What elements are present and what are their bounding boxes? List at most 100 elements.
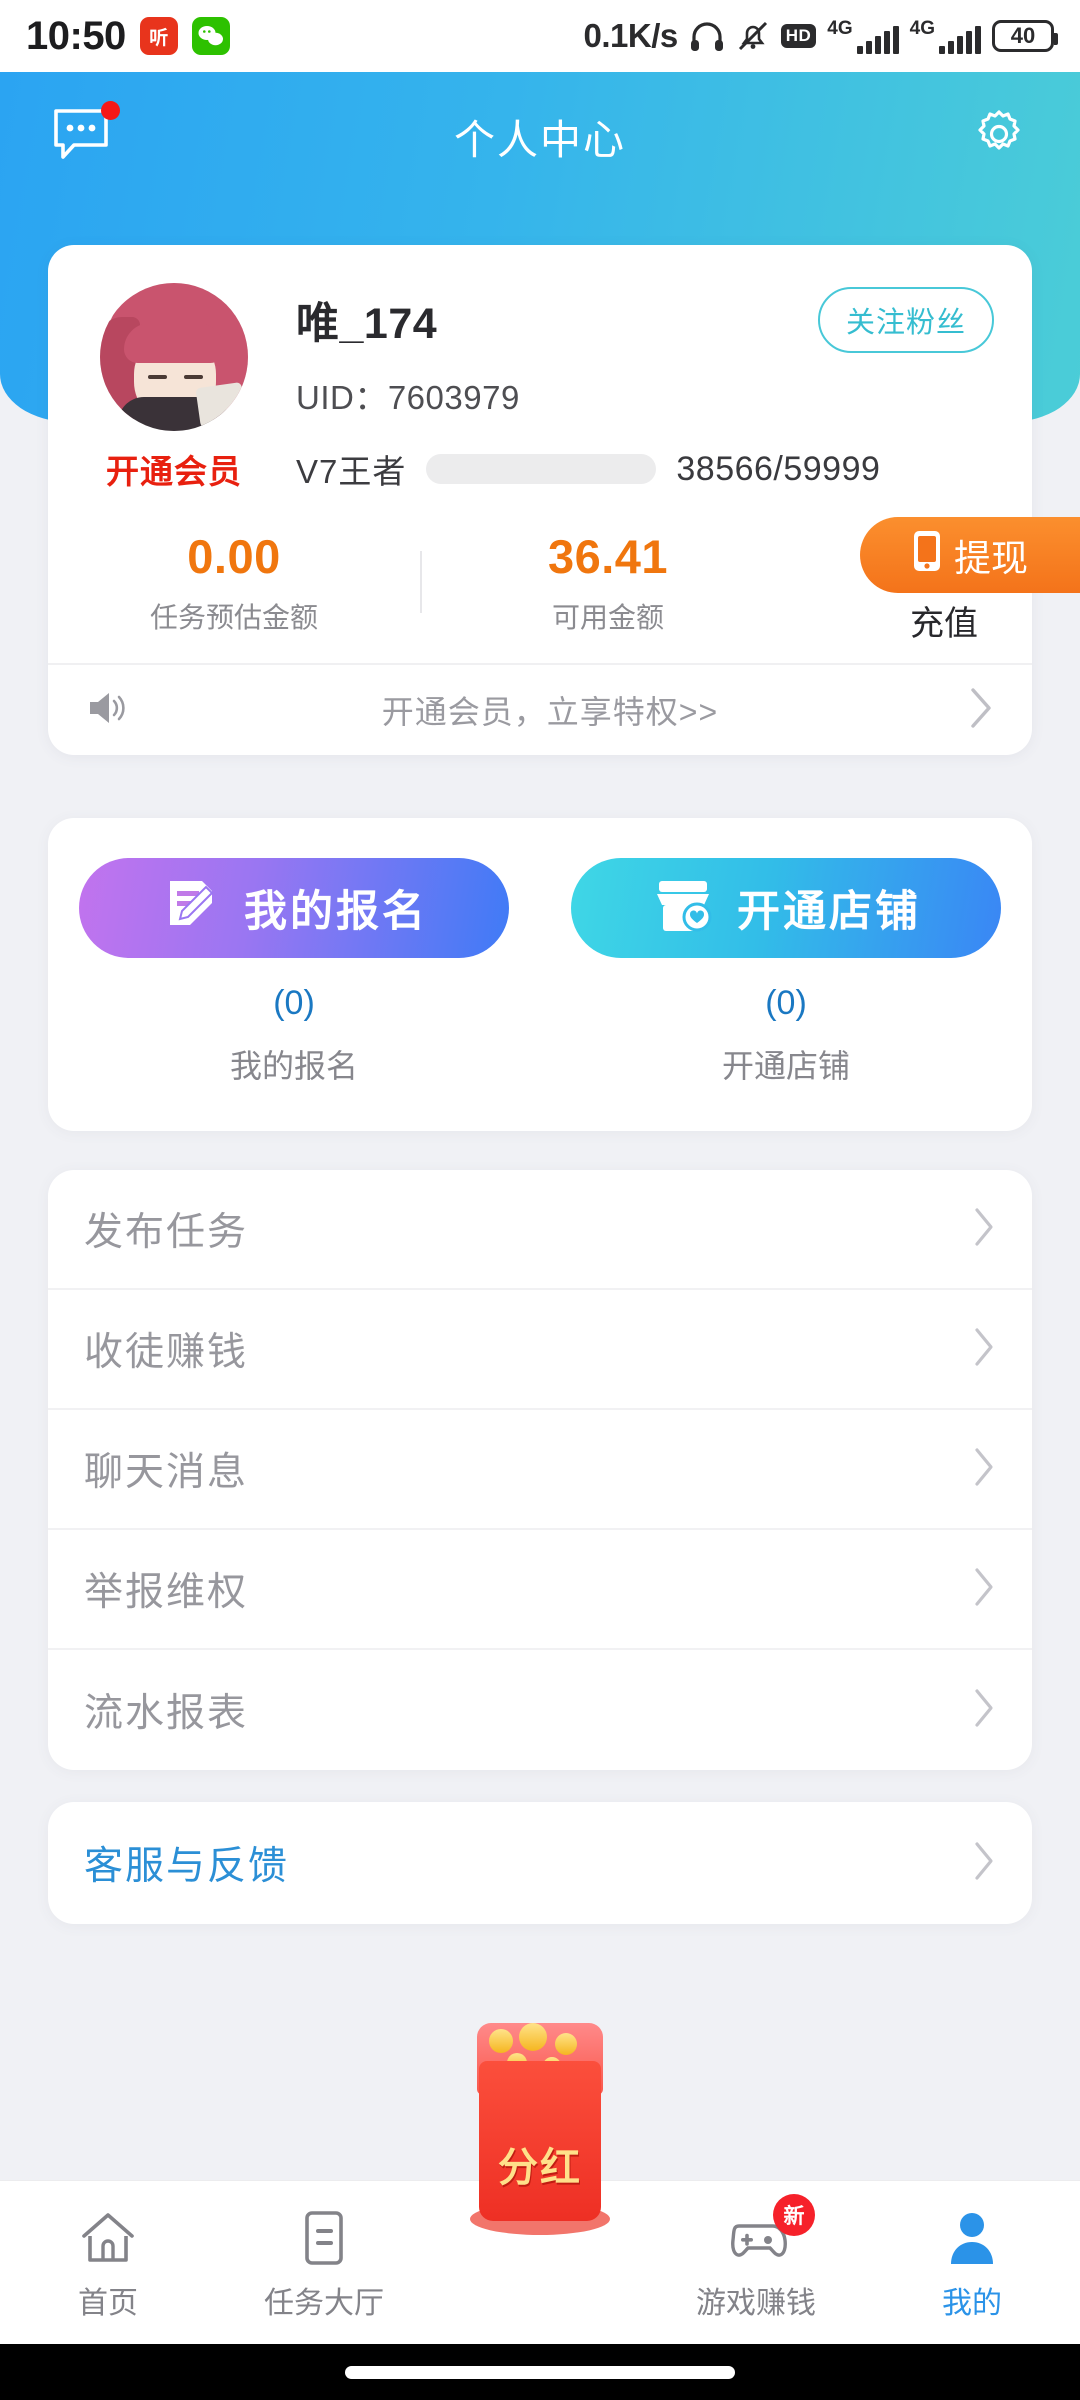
entry-my-signup[interactable]: 我的报名 (0) 我的报名 <box>48 858 540 1087</box>
signal-4g-icon-2: 4G <box>910 19 981 54</box>
tab-label: 游戏赚钱 <box>696 2286 816 2320</box>
chevron-right-icon <box>968 686 994 735</box>
profile-info: 唯_174 关注粉丝 UID：7603979 V7王者 38566/59999 <box>262 283 994 493</box>
estimated-amount-label: 任务预估金额 <box>149 601 318 633</box>
tab-label: 我的 <box>942 2286 1002 2320</box>
status-bar-left: 10:50 听 <box>26 14 230 59</box>
battery-level: 40 <box>1010 23 1036 48</box>
message-icon[interactable] <box>52 100 120 168</box>
chevron-right-icon <box>972 1687 996 1734</box>
header-bar: 个人中心 <box>0 72 1080 200</box>
open-shop-caption: 开通店铺 <box>721 1048 850 1084</box>
home-indicator-area <box>0 2344 1080 2400</box>
network-speed: 0.1K/s <box>583 17 678 54</box>
my-signup-button[interactable]: 我的报名 <box>79 858 509 958</box>
document-edit-icon <box>160 875 222 942</box>
profile-top: 开通会员 唯_174 关注粉丝 UID：7603979 V7王者 38566/5… <box>48 245 1032 493</box>
entry-open-shop[interactable]: 开通店铺 (0) 开通店铺 <box>540 858 1032 1087</box>
menu-item-report-rights[interactable]: 举报维权 <box>48 1530 1032 1650</box>
service-card: 客服与反馈 <box>48 1802 1032 1924</box>
tab-game-earn[interactable]: 新 游戏赚钱 <box>648 2193 864 2322</box>
chevron-right-icon <box>972 1206 996 1253</box>
hd-icon: HD <box>780 24 817 48</box>
menu-item-customer-service[interactable]: 客服与反馈 <box>48 1802 1032 1924</box>
entry-list: 我的报名 (0) 我的报名 开通店铺 (0) 开通店铺 <box>48 858 1032 1087</box>
home-indicator[interactable] <box>345 2365 735 2379</box>
menu-card: 发布任务 收徒赚钱 聊天消息 举报维权 流水报表 <box>48 1170 1032 1770</box>
chevron-right-icon <box>972 1326 996 1373</box>
gear-icon[interactable] <box>970 105 1028 168</box>
cash-column: 提现 充值 <box>794 517 1080 643</box>
level-row: V7王者 38566/59999 <box>296 445 994 493</box>
avatar-column: 开通会员 <box>86 283 262 493</box>
my-signup-caption: 我的报名 <box>229 1048 358 1084</box>
status-bar: 10:50 听 0.1K/s HD 4G 4G 40 <box>0 0 1080 72</box>
notice-banner[interactable]: 开通会员，立享特权>> <box>48 663 1032 755</box>
withdraw-button[interactable]: 提现 <box>860 517 1080 593</box>
level-progress-bar <box>426 454 657 484</box>
speaker-icon <box>86 688 132 733</box>
tab-label: 任务大厅 <box>264 2286 384 2320</box>
menu-item-recruit-earn[interactable]: 收徒赚钱 <box>48 1290 1032 1410</box>
profile-card: 开通会员 唯_174 关注粉丝 UID：7603979 V7王者 38566/5… <box>48 245 1080 755</box>
service-label: 客服与反馈 <box>84 1845 290 1888</box>
network-type-label-1: 4G <box>827 17 853 39</box>
gamepad-icon: 新 <box>723 2193 815 2266</box>
open-shop-label: 开通店铺 <box>737 888 921 936</box>
chevron-right-icon <box>972 1566 996 1613</box>
status-time: 10:50 <box>26 13 126 58</box>
level-progress-text: 38566/59999 <box>676 449 881 488</box>
my-signup-count: (0) <box>273 984 315 1022</box>
available-amount-label: 可用金额 <box>551 601 664 633</box>
tab-mine[interactable]: 我的 <box>864 2204 1080 2322</box>
menu-label: 聊天消息 <box>84 1451 249 1494</box>
bottom-tab-bar: 首页 任务大厅 分红 新 游戏赚钱 我的 <box>0 2022 1080 2344</box>
chevron-right-icon <box>972 1446 996 1493</box>
available-amount-value: 36.41 <box>547 529 669 583</box>
available-amount-stat[interactable]: 36.41 可用金额 <box>422 529 794 636</box>
person-icon <box>946 2204 998 2266</box>
menu-label: 流水报表 <box>84 1692 249 1735</box>
entry-card: 我的报名 (0) 我的报名 开通店铺 (0) 开通店铺 <box>48 818 1032 1131</box>
mute-bell-icon <box>736 19 770 53</box>
list-icon <box>299 2204 349 2266</box>
username: 唯_174 <box>296 300 438 348</box>
wechat-icon <box>191 17 230 55</box>
menu-label: 发布任务 <box>84 1211 249 1254</box>
my-signup-label: 我的报名 <box>244 888 428 936</box>
avatar[interactable] <box>100 283 248 431</box>
menu-item-chat-messages[interactable]: 聊天消息 <box>48 1410 1032 1530</box>
estimated-amount-stat[interactable]: 0.00 任务预估金额 <box>48 529 420 636</box>
tab-label: 首页 <box>78 2286 138 2320</box>
open-shop-button[interactable]: 开通店铺 <box>571 858 1001 958</box>
redpacket-icon[interactable]: 分红 <box>461 2022 619 2235</box>
menu-item-publish-task[interactable]: 发布任务 <box>48 1170 1032 1290</box>
battery-icon: 40 <box>992 20 1058 52</box>
menu-label: 收徒赚钱 <box>84 1331 249 1374</box>
menu-item-transaction-report[interactable]: 流水报表 <box>48 1650 1032 1770</box>
follow-fans-button[interactable]: 关注粉丝 <box>817 287 994 353</box>
estimated-amount-value: 0.00 <box>187 529 281 583</box>
withdraw-label: 提现 <box>954 538 1028 579</box>
home-icon <box>79 2204 137 2266</box>
status-bar-right: 0.1K/s HD 4G 4G 40 <box>583 17 1058 55</box>
unread-badge <box>101 100 120 120</box>
open-shop-count: (0) <box>765 984 807 1022</box>
new-badge: 新 <box>773 2193 815 2236</box>
headphone-icon <box>689 20 725 52</box>
network-type-label-2: 4G <box>909 17 935 39</box>
tab-home[interactable]: 首页 <box>0 2204 216 2322</box>
chevron-right-icon <box>972 1840 996 1887</box>
name-row: 唯_174 关注粉丝 <box>296 287 994 353</box>
uid-label: UID：7603979 <box>296 379 520 416</box>
open-member-tag[interactable]: 开通会员 <box>106 445 242 493</box>
notice-text: 开通会员，立享特权>> <box>381 694 719 730</box>
page-title: 个人中心 <box>454 117 626 163</box>
level-name: V7王者 <box>296 453 407 490</box>
ximalaya-icon: 听 <box>139 17 178 55</box>
recharge-button[interactable]: 充值 <box>844 596 1044 645</box>
tab-task-hall[interactable]: 任务大厅 <box>216 2204 432 2322</box>
menu-label: 举报维权 <box>84 1571 249 1614</box>
phone-icon <box>912 529 942 582</box>
balance-row: 0.00 任务预估金额 36.41 可用金额 提现 充值 <box>48 517 1080 663</box>
